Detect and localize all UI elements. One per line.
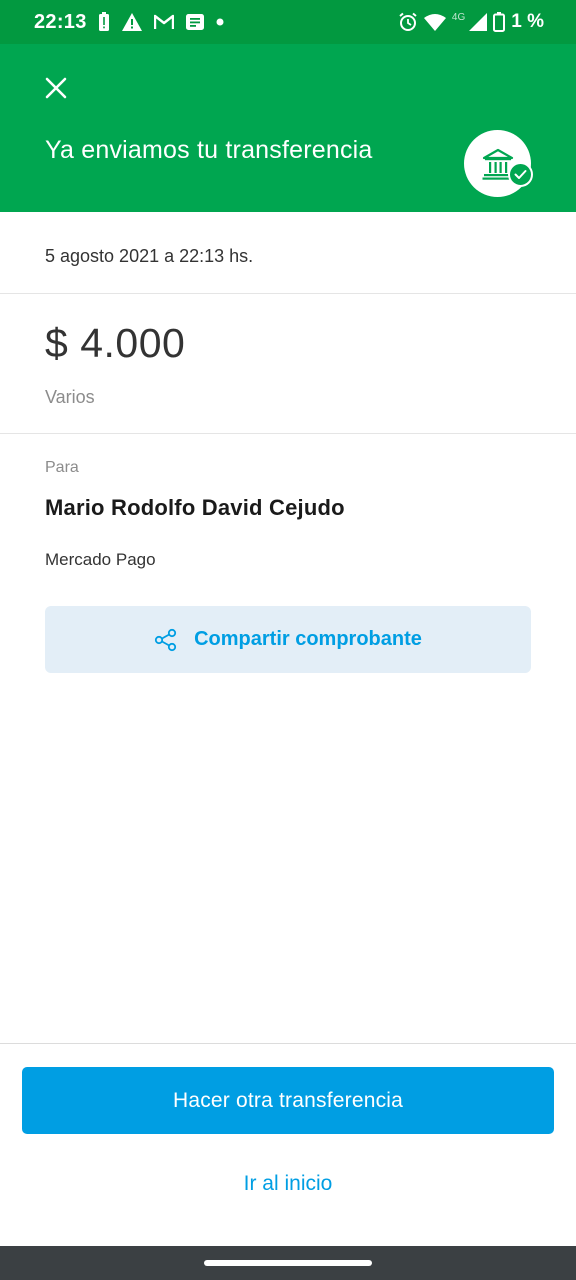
transfer-concept: Varios xyxy=(45,387,95,407)
home-gesture-bar[interactable] xyxy=(204,1260,372,1266)
recipient-label: Para xyxy=(45,459,79,476)
battery-alert-icon xyxy=(99,12,109,31)
divider xyxy=(0,1043,576,1044)
go-home-link[interactable]: Ir al inicio xyxy=(0,1172,576,1196)
battery-percentage: 1 % xyxy=(511,11,544,32)
signal-icon xyxy=(469,13,488,31)
network-type-label: 4G xyxy=(451,11,466,23)
check-icon xyxy=(514,170,527,179)
success-header: Ya enviamos tu transferencia xyxy=(0,44,576,212)
notification-icons xyxy=(98,10,224,34)
share-receipt-label: Compartir comprobante xyxy=(194,628,422,650)
recipient-name: Mario Rodolfo David Cejudo xyxy=(45,495,345,520)
status-bar: 22:13 4G 1 % xyxy=(0,0,576,44)
success-badge xyxy=(508,162,533,187)
more-notifications-dot-icon xyxy=(216,18,224,26)
close-button[interactable] xyxy=(40,72,72,104)
close-icon xyxy=(45,77,67,99)
new-transfer-button[interactable]: Hacer otra transferencia xyxy=(22,1067,554,1134)
page-title: Ya enviamos tu transferencia xyxy=(45,136,373,164)
share-receipt-button[interactable]: Compartir comprobante xyxy=(45,606,531,673)
system-navigation-bar xyxy=(0,1246,576,1280)
alarm-icon xyxy=(399,12,417,31)
gmail-icon xyxy=(154,14,174,29)
share-icon xyxy=(154,628,177,651)
divider xyxy=(0,433,576,434)
status-time: 22:13 xyxy=(34,11,87,33)
wifi-icon xyxy=(423,14,446,31)
transfer-amount: $ 4.000 xyxy=(45,320,186,366)
recipient-bank: Mercado Pago xyxy=(45,550,156,569)
transfer-date: 5 agosto 2021 a 22:13 hs. xyxy=(45,246,254,266)
message-icon xyxy=(186,14,204,30)
warning-icon xyxy=(122,13,142,31)
system-icons: 4G 1 % xyxy=(398,10,544,34)
divider xyxy=(0,293,576,294)
battery-icon xyxy=(493,12,506,32)
